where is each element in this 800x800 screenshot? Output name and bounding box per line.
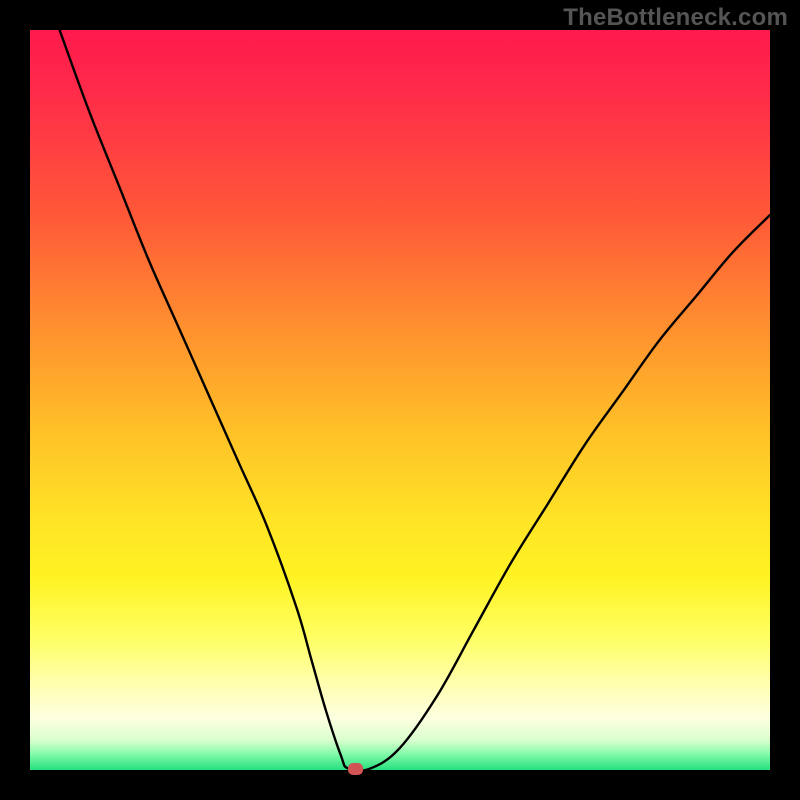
plot-area <box>30 30 770 770</box>
watermark-text: TheBottleneck.com <box>563 4 788 32</box>
chart-frame: TheBottleneck.com <box>0 0 800 800</box>
optimum-marker <box>348 763 363 775</box>
bottleneck-curve <box>60 30 770 771</box>
curve-svg <box>30 30 770 770</box>
